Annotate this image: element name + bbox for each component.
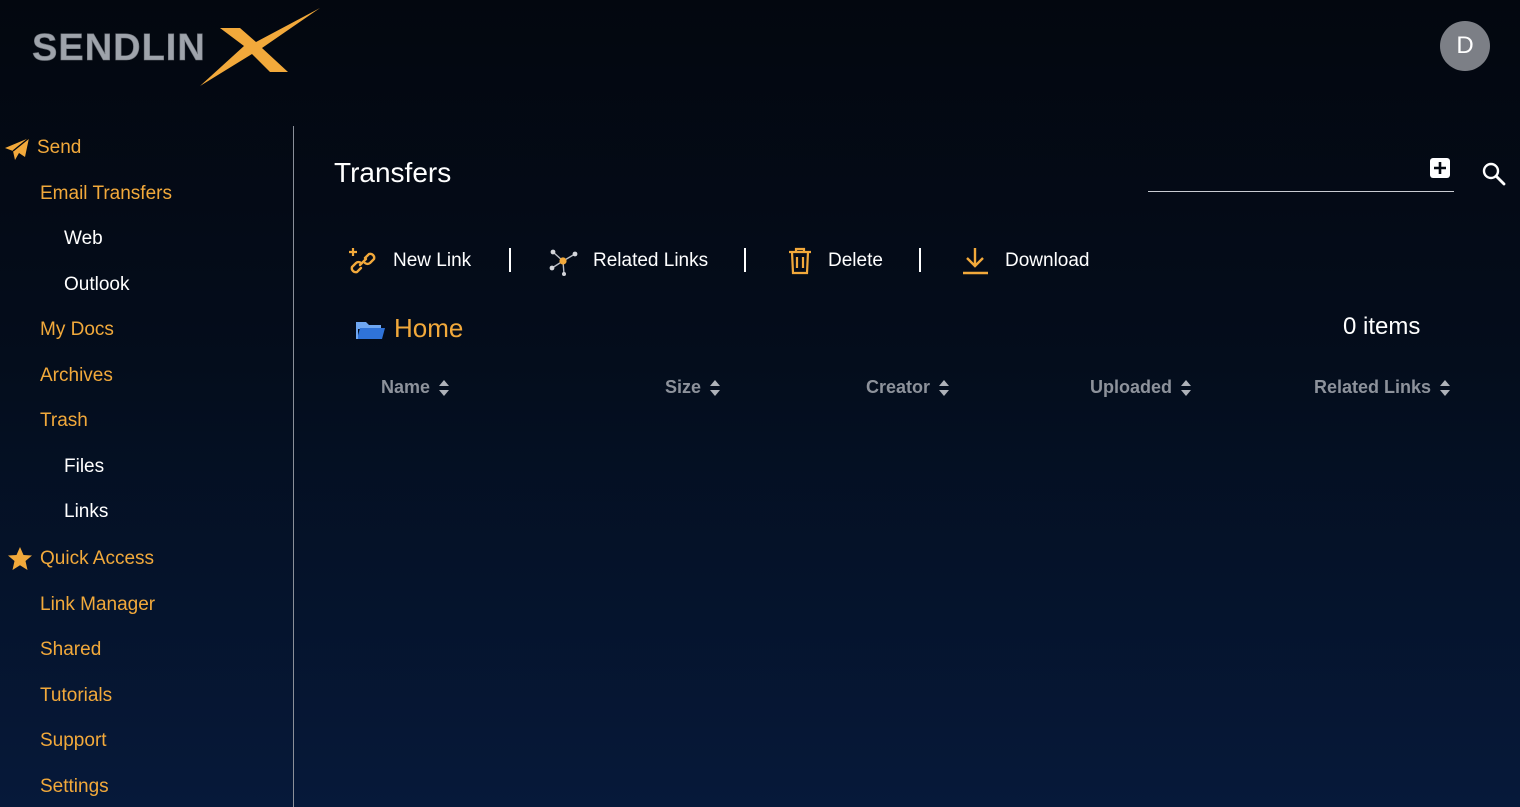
add-button[interactable]	[1429, 157, 1451, 179]
sidebar-item-settings[interactable]: Settings	[40, 776, 109, 798]
related-links-label: Related Links	[593, 250, 709, 271]
toolbar-divider	[744, 248, 746, 272]
sidebar-item-outlook[interactable]: Outlook	[64, 274, 129, 296]
sendlinx-logo: SENDLIN	[32, 8, 320, 86]
page-title: Transfers	[334, 157, 452, 188]
sidebar-item-tutorials[interactable]: Tutorials	[40, 685, 112, 707]
sidebar-item-my-docs[interactable]: My Docs	[40, 319, 114, 341]
column-header-name[interactable]: Name	[381, 377, 450, 398]
delete-label: Delete	[828, 250, 883, 271]
sidebar-item-web[interactable]: Web	[64, 228, 103, 250]
download-label: Download	[1005, 250, 1090, 271]
sidebar: Send Email Transfers Web Outlook My Docs…	[0, 126, 294, 807]
sort-icon	[1181, 379, 1192, 396]
sidebar-item-email-transfers[interactable]: Email Transfers	[40, 183, 172, 205]
network-icon	[549, 249, 578, 276]
trash-icon	[789, 247, 811, 275]
svg-text:SENDLIN: SENDLIN	[32, 27, 206, 69]
toolbar-divider	[919, 248, 921, 272]
column-label: Related Links	[1314, 377, 1432, 397]
sort-icon	[1440, 379, 1451, 396]
search-input[interactable]	[1148, 160, 1418, 190]
column-label: Name	[381, 377, 431, 397]
column-header-uploaded[interactable]: Uploaded	[1090, 377, 1192, 398]
sidebar-item-files[interactable]: Files	[64, 456, 104, 478]
sort-icon	[710, 379, 721, 396]
column-label: Uploaded	[1090, 377, 1173, 397]
column-header-size[interactable]: Size	[665, 377, 721, 398]
star-icon	[8, 547, 32, 570]
sort-icon	[439, 379, 450, 396]
sidebar-item-trash[interactable]: Trash	[40, 410, 88, 432]
sidebar-item-send[interactable]: Send	[37, 137, 81, 159]
download-icon	[963, 248, 988, 275]
sidebar-item-link-manager[interactable]: Link Manager	[40, 594, 155, 616]
add-link-icon	[349, 248, 376, 274]
column-header-related-links[interactable]: Related Links	[1314, 377, 1451, 398]
sidebar-item-archives[interactable]: Archives	[40, 365, 113, 387]
items-count: 0 items	[1343, 313, 1421, 340]
column-label: Creator	[866, 377, 931, 397]
folder-open-icon	[356, 321, 385, 339]
column-label: Size	[665, 377, 702, 397]
sidebar-item-support[interactable]: Support	[40, 730, 107, 752]
search-underline	[1148, 191, 1454, 192]
new-link-button[interactable]: New Link	[347, 246, 471, 276]
search-icon[interactable]	[1481, 161, 1507, 187]
folder-name[interactable]: Home	[394, 313, 463, 344]
folder-breadcrumb[interactable]: Home	[356, 313, 463, 344]
sidebar-item-quick-access[interactable]: Quick Access	[40, 548, 154, 570]
related-links-button[interactable]: Related Links	[548, 246, 708, 276]
delete-button[interactable]: Delete	[786, 246, 883, 276]
paper-plane-icon	[5, 137, 30, 160]
sidebar-item-shared[interactable]: Shared	[40, 639, 101, 661]
sidebar-item-links[interactable]: Links	[64, 501, 108, 523]
sort-icon	[939, 379, 950, 396]
user-avatar[interactable]: D	[1440, 21, 1490, 71]
column-header-creator[interactable]: Creator	[866, 377, 950, 398]
toolbar-divider	[509, 248, 511, 272]
new-link-label: New Link	[393, 250, 472, 271]
download-button[interactable]: Download	[961, 246, 1090, 276]
